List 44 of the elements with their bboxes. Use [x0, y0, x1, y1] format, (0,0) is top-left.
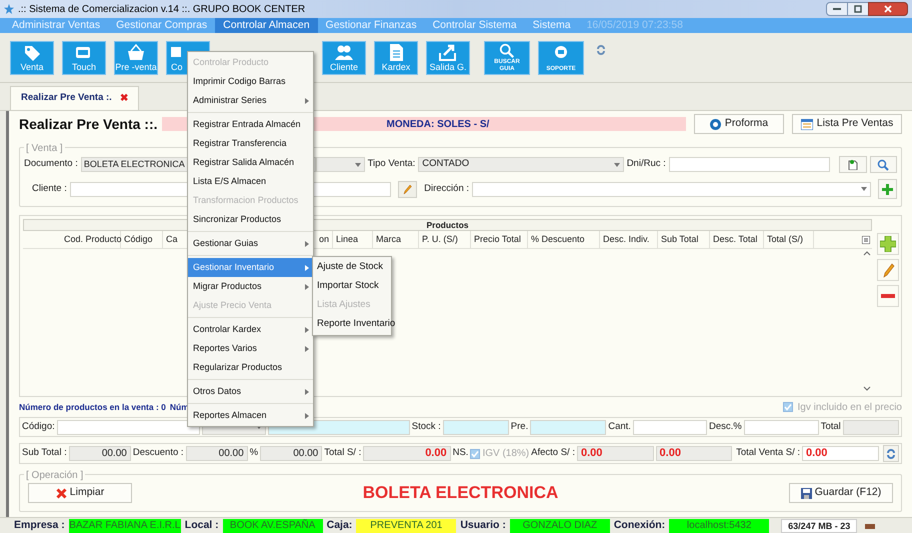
checkbox-label: IGV (18%)	[482, 447, 530, 461]
field-label: Total S/ :	[324, 446, 362, 460]
field-label: Cliente :	[32, 182, 67, 196]
status-value: PREVENTA 201	[356, 518, 456, 532]
field-label: Código:	[22, 420, 55, 434]
status-label: Conexión:	[614, 518, 666, 533]
field-label: Stock :	[412, 420, 441, 434]
field-label: Desc.%	[708, 420, 742, 434]
date-time: 16/05/2019 07:23:58	[586, 18, 684, 33]
field-label: Cant.	[608, 420, 631, 434]
window-title: .:: Sistema de Comercializacion v.14 ::. GRUPO BOOK CENTER	[18, 2, 306, 16]
field-label: Documento :	[24, 157, 78, 172]
status-label: Local :	[184, 518, 219, 533]
taxable-field: 0.00	[576, 446, 654, 461]
page-heading: Realizar Pre Venta ::.	[19, 114, 158, 134]
memory-usage: 63/247 MB - 23	[781, 518, 858, 532]
field-label: %	[250, 446, 258, 460]
status-value: BOOK AV.ESPAÑA	[222, 518, 323, 532]
checkbox-label: Igv incluido en el precio	[797, 400, 902, 414]
igv-field: 0.00	[656, 446, 732, 461]
subtotal-field: 00.00	[68, 446, 131, 461]
status-value: GONZALO DIAZ	[510, 518, 610, 532]
group-legend: [ Venta ]	[24, 141, 65, 156]
field-label: Pre.	[510, 420, 528, 434]
total-field: 0.00	[363, 446, 451, 461]
discount-amount-field: 00.00	[260, 446, 322, 461]
field-label: Descuento :	[132, 446, 184, 460]
field-label: Dirección :	[424, 182, 470, 196]
group-legend: [ Operación ]	[24, 468, 86, 483]
field-label: Afecto S/ :	[531, 446, 575, 460]
field-label: Sub Total :	[22, 446, 67, 460]
status-value: localhost:5432	[669, 518, 770, 532]
field-label: Tipo Venta:	[368, 157, 416, 172]
product-count: Número de productos en la venta : 0	[19, 400, 166, 414]
sale-total-field: 0.00	[802, 446, 879, 461]
field-label: NS.	[452, 446, 468, 460]
status-label: Empresa :	[14, 518, 65, 533]
field-label: Total	[820, 420, 841, 434]
field-label: Dni/Ruc :	[626, 157, 666, 172]
status-label: Usuario :	[460, 518, 506, 533]
field-label: Total Venta S/ :	[736, 446, 800, 460]
document-type-title: BOLETA ELECTRONICA	[362, 482, 558, 504]
status-value: BAZAR FABIANA E.I.R.L	[68, 518, 181, 532]
status-label: Caja:	[326, 518, 352, 533]
